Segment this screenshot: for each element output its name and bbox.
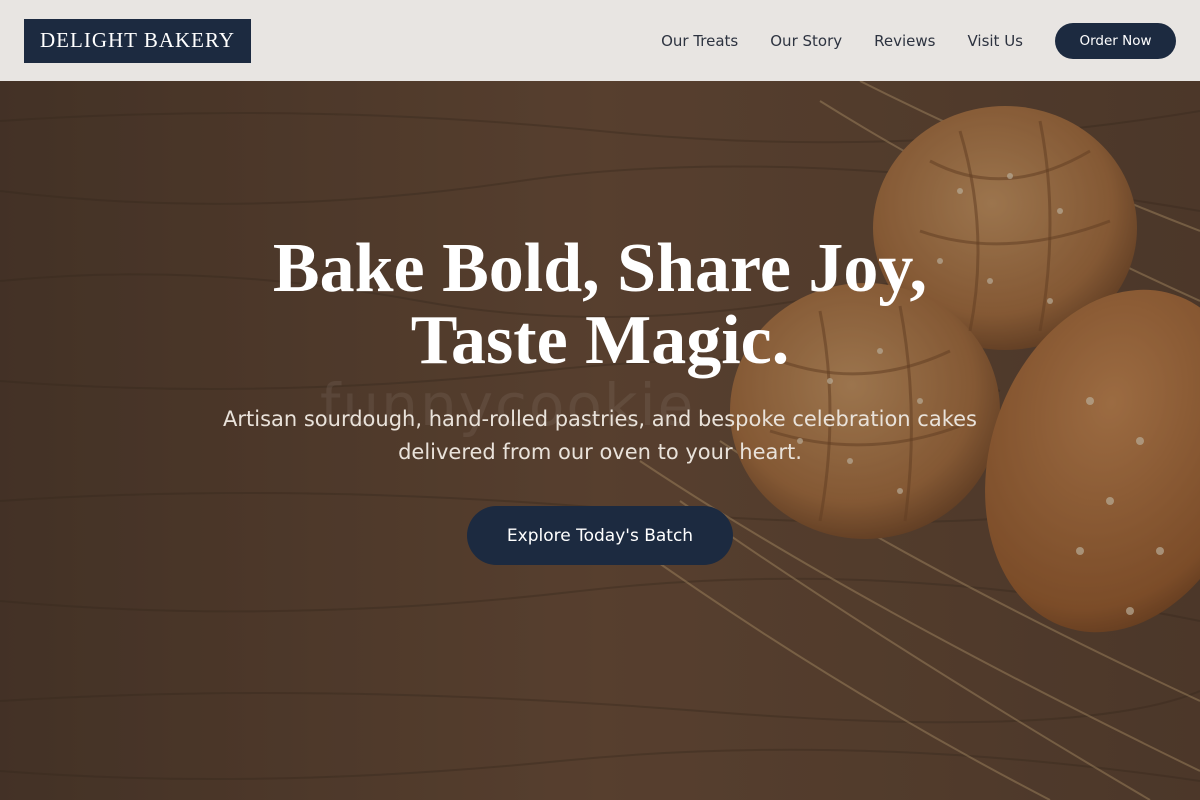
- hero-section: funnycookie Bake Bold, Share Joy, Taste …: [0, 81, 1200, 800]
- nav-link-our-story[interactable]: Our Story: [770, 32, 842, 50]
- subtext-line-2: delivered from our oven to your heart.: [398, 440, 802, 464]
- subtext-line-1: Artisan sourdough, hand-rolled pastries,…: [223, 407, 977, 431]
- brand-logo[interactable]: DELIGHT BAKERY: [24, 18, 252, 63]
- nav-link-visit-us[interactable]: Visit Us: [967, 32, 1023, 50]
- hero-subtext: Artisan sourdough, hand-rolled pastries,…: [0, 403, 1200, 469]
- nav-menu: Our Treats Our Story Reviews Visit Us Or…: [629, 22, 1176, 59]
- hero-headline: Bake Bold, Share Joy, Taste Magic.: [0, 233, 1200, 377]
- nav-link-our-treats[interactable]: Our Treats: [661, 32, 738, 50]
- order-now-button[interactable]: Order Now: [1055, 22, 1176, 59]
- headline-line-1: Bake Bold, Share Joy,: [272, 230, 928, 307]
- headline-line-2: Taste Magic.: [410, 302, 790, 379]
- nav-link-reviews[interactable]: Reviews: [874, 32, 935, 50]
- top-navbar: DELIGHT BAKERY Our Treats Our Story Revi…: [0, 0, 1200, 81]
- brand-name: DELIGHT BAKERY: [40, 28, 236, 52]
- explore-batch-button[interactable]: Explore Today's Batch: [467, 506, 733, 565]
